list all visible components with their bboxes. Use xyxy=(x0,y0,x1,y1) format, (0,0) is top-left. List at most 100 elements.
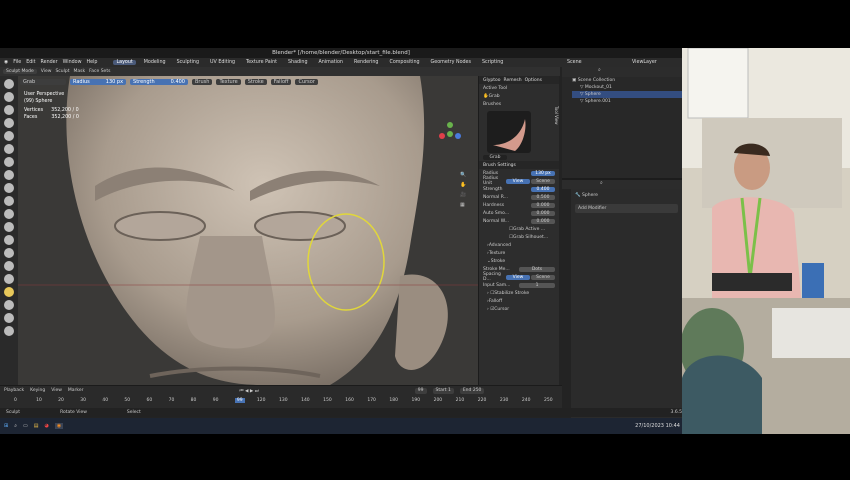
input-samples-field[interactable]: 1 xyxy=(519,282,555,288)
menu-render[interactable]: Render xyxy=(41,60,58,65)
current-frame-field[interactable]: 99 xyxy=(414,388,427,394)
tab-rendering[interactable]: Rendering xyxy=(351,60,382,65)
cursor-section[interactable]: › ☑ Cursor xyxy=(479,305,559,313)
view-menu[interactable]: View xyxy=(51,388,62,394)
flatten-brush-icon[interactable] xyxy=(4,196,14,206)
menu-view[interactable]: View xyxy=(41,69,52,74)
blob-brush-icon[interactable] xyxy=(4,157,14,167)
draw-sharp-brush-icon[interactable] xyxy=(4,92,14,102)
tab-compositing[interactable]: Compositing xyxy=(386,60,422,65)
hand-pan-icon[interactable]: ✋ xyxy=(460,182,466,188)
clay-brush-icon[interactable] xyxy=(4,105,14,115)
menu-mask[interactable]: Mask xyxy=(74,69,86,74)
tab-animation[interactable]: Animation xyxy=(316,60,346,65)
stroke-section[interactable]: ⌄ Stroke xyxy=(479,257,559,265)
playback-controls[interactable]: ⏮ ◀ ▶ ⏭ xyxy=(239,388,258,394)
scene-collection-row[interactable]: ▣ Scene Collection xyxy=(572,77,682,84)
texture-dropdown[interactable]: Texture xyxy=(216,79,241,85)
tab-scripting[interactable]: Scripting xyxy=(479,60,506,65)
draw-brush-icon[interactable] xyxy=(4,79,14,89)
normal-weight-field[interactable]: 0.000 xyxy=(531,218,555,224)
spacing-view[interactable]: View xyxy=(506,274,530,280)
radius-row-field[interactable]: 130 px xyxy=(531,170,555,176)
normal-radius-field[interactable]: 0.500 xyxy=(531,194,555,200)
search-icon[interactable]: ⌕ xyxy=(14,423,17,429)
options-menu[interactable]: Options xyxy=(525,78,542,83)
menu-window[interactable]: Window xyxy=(63,60,82,65)
blender-logo-icon[interactable]: ◉ xyxy=(4,60,8,65)
menu-help[interactable]: Help xyxy=(87,60,98,65)
auto-smooth-field[interactable]: 0.000 xyxy=(531,210,555,216)
playback-menu[interactable]: Playback xyxy=(4,388,24,394)
file-explorer-icon[interactable]: ▤ xyxy=(34,423,39,429)
fill-brush-icon[interactable] xyxy=(4,209,14,219)
inflate-brush-icon[interactable] xyxy=(4,144,14,154)
keying-menu[interactable]: Keying xyxy=(30,388,45,394)
snake-hook-brush-icon[interactable] xyxy=(4,274,14,284)
mode-selector[interactable]: Sculpt Mode xyxy=(3,69,37,74)
glyptoo-menu[interactable]: Glyptoo xyxy=(483,78,501,83)
tab-uv-editing[interactable]: UV Editing xyxy=(207,60,238,65)
add-modifier-button[interactable]: Add Modifier xyxy=(575,204,678,213)
tab-view[interactable]: View xyxy=(554,115,559,125)
checkbox-checked-icon[interactable]: › ☑ xyxy=(487,307,494,312)
windows-start-icon[interactable]: ⊞ xyxy=(4,423,8,429)
tab-layout[interactable]: Layout xyxy=(113,60,136,65)
tab-shading[interactable]: Shading xyxy=(285,60,311,65)
radius-unit-view[interactable]: View xyxy=(506,178,530,184)
thumb-brush-icon[interactable] xyxy=(4,300,14,310)
stabilize-row[interactable]: › ☐ Stabilize Stroke xyxy=(479,289,559,297)
pinch-brush-icon[interactable] xyxy=(4,248,14,258)
timeline-ruler[interactable]: 0 10 20 30 40 50 60 70 80 90 99 120 130 140 150 160 170 1… xyxy=(14,396,554,406)
stroke-dropdown[interactable]: Stroke xyxy=(244,79,267,85)
tab-tool[interactable]: Tool xyxy=(554,106,559,114)
texture-section[interactable]: › Texture xyxy=(479,249,559,257)
scrape-brush-icon[interactable] xyxy=(4,222,14,232)
outliner-item-sphere[interactable]: ▽ Sphere xyxy=(572,91,682,98)
strength-field[interactable]: Strength 0.400 xyxy=(130,79,188,85)
grab-active-row[interactable]: ☐ Grab Active ... xyxy=(479,225,559,233)
tab-geometry-nodes[interactable]: Geometry Nodes xyxy=(428,60,474,65)
outliner-item-sphere-001[interactable]: ▽ Sphere.001 xyxy=(572,98,682,105)
navigation-gizmo[interactable] xyxy=(436,120,464,150)
cursor-dropdown[interactable]: Cursor xyxy=(295,79,318,85)
brushes-header[interactable]: Brushes xyxy=(479,100,559,108)
camera-icon[interactable]: 🎥 xyxy=(460,192,466,198)
search-icon[interactable]: ⌕ xyxy=(600,180,603,186)
grab-brush-icon[interactable] xyxy=(4,287,14,297)
remesh-menu[interactable]: Remesh xyxy=(504,78,522,83)
end-frame-field[interactable]: End 250 xyxy=(459,388,485,394)
menu-edit[interactable]: Edit xyxy=(26,60,35,65)
radius-field[interactable]: Radius 130 px xyxy=(70,79,127,85)
menu-face-sets[interactable]: Face Sets xyxy=(89,69,110,74)
layer-brush-icon[interactable] xyxy=(4,131,14,141)
falloff-section[interactable]: › Falloff xyxy=(479,297,559,305)
task-view-icon[interactable]: ▭ xyxy=(23,423,28,429)
tab-texture-paint[interactable]: Texture Paint xyxy=(243,60,280,65)
tab-modeling[interactable]: Modeling xyxy=(141,60,169,65)
stroke-method-field[interactable]: Dots xyxy=(519,266,555,272)
3d-viewport[interactable]: 🔍 ✋ 🎥 ▦ xyxy=(0,76,478,385)
multiplane-scrape-brush-icon[interactable] xyxy=(4,235,14,245)
search-icon[interactable]: ⌕ xyxy=(598,67,601,73)
viewlayer-selector[interactable]: ViewLayer xyxy=(632,60,682,65)
smooth-brush-icon[interactable] xyxy=(4,183,14,193)
advanced-section[interactable]: › Advanced xyxy=(479,241,559,249)
strength-row-field[interactable]: 0.400 xyxy=(531,186,555,192)
active-tool-header[interactable]: Active Tool xyxy=(479,84,559,92)
brush-preview-thumbnail[interactable] xyxy=(487,111,531,153)
spacing-scene[interactable]: Scene xyxy=(531,274,555,280)
grab-silhouette-row[interactable]: ☐ Grab Silhouet... xyxy=(479,233,559,241)
crease-brush-icon[interactable] xyxy=(4,170,14,180)
scene-selector[interactable]: Scene xyxy=(567,60,627,65)
brush-dropdown[interactable]: Brush xyxy=(192,79,213,85)
blender-taskbar-icon[interactable]: ◉ xyxy=(54,423,64,429)
tab-sculpting[interactable]: Sculpting xyxy=(174,60,202,65)
brush-name-field[interactable]: Grab xyxy=(483,154,507,160)
chrome-icon[interactable]: ◕ xyxy=(44,423,48,429)
marker-menu[interactable]: Marker xyxy=(68,388,84,394)
menu-sculpt[interactable]: Sculpt xyxy=(55,69,69,74)
nudge-brush-icon[interactable] xyxy=(4,326,14,336)
brush-settings-header[interactable]: Brush Settings xyxy=(479,161,559,169)
pose-brush-icon[interactable] xyxy=(4,313,14,323)
